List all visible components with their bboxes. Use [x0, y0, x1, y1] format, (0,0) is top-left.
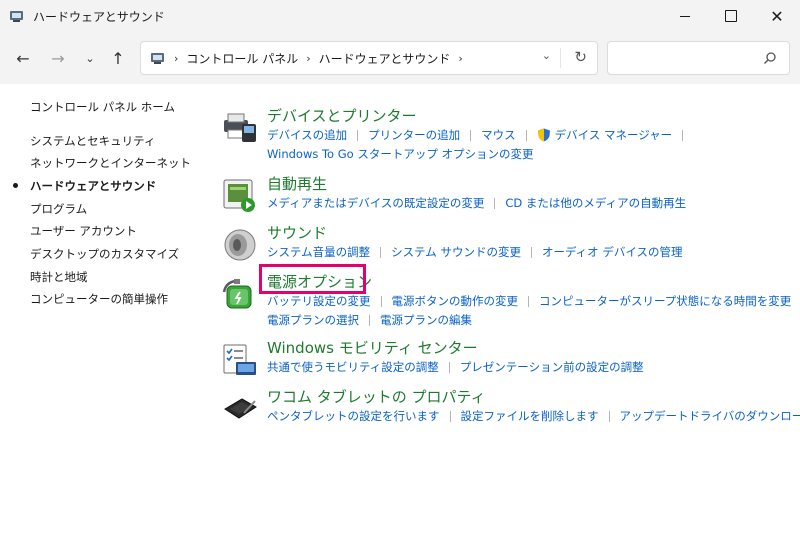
back-button[interactable]: ← [9, 45, 37, 71]
sidebar-item-network-internet[interactable]: ネットワークとインターネット [30, 155, 191, 171]
sidebar-item-clock-region[interactable]: 時計と地域 [30, 269, 88, 285]
sidebar-item-system-security[interactable]: システムとセキュリティ [30, 133, 155, 149]
link-separator [470, 129, 472, 141]
link-row: Windows To Go スタートアップ オプションの変更 [267, 146, 534, 162]
link-separator [380, 246, 382, 258]
sidebar-item-programs[interactable]: プログラム [30, 201, 87, 217]
link-adjust-volume[interactable]: システム音量の調整 [267, 244, 370, 260]
link-row: システム音量の調整 システム サウンドの変更 オーディオ デバイスの管理 [267, 244, 682, 260]
sidebar-item-user-accounts[interactable]: ユーザー アカウント [30, 223, 137, 239]
window-title: ハードウェアとサウンド [33, 9, 165, 24]
tablet-icon[interactable] [222, 391, 258, 427]
link-separator [528, 295, 529, 307]
link-choose-power-plan[interactable]: 電源プランの選択 [267, 312, 359, 328]
autoplay-icon[interactable] [222, 178, 258, 214]
link-separator [380, 295, 382, 307]
link-separator [449, 410, 451, 422]
breadcrumb-hardware-sound[interactable]: ハードウェアとサウンド [319, 50, 451, 67]
chevron-right-icon[interactable]: › [306, 52, 310, 65]
minimize-button[interactable] [662, 0, 708, 32]
category-title-mobility-center[interactable]: Windows モビリティ センター [267, 337, 478, 358]
refresh-button[interactable]: ↻ [574, 48, 587, 66]
link-separator [448, 361, 450, 373]
power-options-icon[interactable] [222, 276, 258, 312]
sidebar-item-desktop-customization[interactable]: デスクトップのカスタマイズ [30, 246, 179, 262]
chevron-right-icon[interactable]: › [458, 52, 462, 65]
title-bar: ハードウェアとサウンド ✕ [0, 0, 800, 32]
category-title-devices-printers[interactable]: デバイスとプリンター [267, 105, 417, 126]
link-separator [682, 129, 684, 141]
current-item-indicator [13, 183, 18, 188]
chevron-right-icon[interactable]: › [174, 52, 178, 65]
close-button[interactable]: ✕ [754, 0, 800, 32]
speaker-icon[interactable] [222, 227, 258, 263]
link-battery-settings[interactable]: バッテリ設定の変更 [267, 293, 371, 309]
link-edit-power-plan[interactable]: 電源プランの編集 [380, 312, 472, 328]
link-cd-autoplay[interactable]: CD または他のメディアの自動再生 [505, 195, 686, 211]
link-separator [357, 129, 359, 141]
link-mouse[interactable]: マウス [481, 127, 516, 143]
link-download-driver[interactable]: アップデートドライバのダウンロード [620, 408, 800, 424]
breadcrumb-control-panel[interactable]: コントロール パネル [186, 50, 298, 67]
category-title-sound[interactable]: サウンド [267, 222, 327, 243]
search-icon[interactable] [763, 51, 777, 65]
window-controls: ✕ [662, 0, 800, 32]
address-divider [560, 48, 561, 68]
link-separator [369, 314, 370, 326]
link-presentation-settings[interactable]: プレゼンテーション前の設定の調整 [460, 359, 644, 375]
link-mobility-settings[interactable]: 共通で使うモビリティ設定の調整 [267, 359, 439, 375]
forward-button[interactable]: → [44, 45, 72, 71]
navigation-bar: ← → ⌄ ↑ › コントロール パネル › ハードウェアとサウンド › ⌄ ↻ [0, 32, 800, 84]
link-separator [530, 246, 532, 258]
maximize-button[interactable] [708, 0, 754, 32]
search-input[interactable] [616, 48, 756, 68]
uac-shield-icon [537, 128, 550, 142]
sidebar-item-hardware-sound[interactable]: ハードウェアとサウンド [30, 178, 156, 194]
up-button[interactable]: ↑ [104, 45, 132, 71]
control-panel-icon [10, 11, 23, 22]
control-panel-icon [151, 53, 164, 64]
mobility-center-icon[interactable] [222, 342, 258, 378]
link-row: 共通で使うモビリティ設定の調整 プレゼンテーション前の設定の調整 [267, 359, 644, 375]
link-delete-settings-file[interactable]: 設定ファイルを削除します [461, 408, 599, 424]
sidebar-item-ease-of-access[interactable]: コンピューターの簡単操作 [30, 291, 168, 307]
sidebar-item-control-panel-home[interactable]: コントロール パネル ホーム [30, 99, 175, 115]
sidebar: コントロール パネル ホーム システムとセキュリティ ネットワークとインターネッ… [0, 84, 210, 554]
link-row: デバイスの追加 プリンターの追加 マウス デバイス マネージャー [267, 127, 693, 143]
link-pen-tablet-settings[interactable]: ペンタブレットの設定を行います [267, 408, 440, 424]
link-sleep-time[interactable]: コンピューターがスリープ状態になる時間を変更 [539, 293, 791, 309]
category-title-autoplay[interactable]: 自動再生 [267, 173, 327, 194]
highlight-box [259, 264, 366, 294]
link-add-device[interactable]: デバイスの追加 [267, 127, 347, 143]
link-row: ペンタブレットの設定を行います 設定ファイルを削除します アップデートドライバの… [267, 408, 800, 424]
recent-locations-button[interactable]: ⌄ [76, 45, 104, 71]
link-add-printer[interactable]: プリンターの追加 [368, 127, 460, 143]
link-separator [608, 410, 610, 422]
link-power-button-action[interactable]: 電源ボタンの動作の変更 [392, 293, 519, 309]
category-title-wacom-tablet[interactable]: ワコム タブレットの プロパティ [267, 386, 486, 407]
link-media-defaults[interactable]: メディアまたはデバイスの既定設定の変更 [267, 195, 484, 211]
link-device-manager[interactable]: デバイス マネージャー [555, 127, 673, 143]
link-windows-to-go[interactable]: Windows To Go スタートアップ オプションの変更 [267, 146, 534, 162]
address-dropdown-button[interactable]: ⌄ [542, 49, 551, 62]
link-row: メディアまたはデバイスの既定設定の変更 CD または他のメディアの自動再生 [267, 195, 686, 211]
link-change-system-sounds[interactable]: システム サウンドの変更 [391, 244, 521, 260]
link-separator [525, 129, 527, 141]
search-box[interactable] [607, 41, 790, 75]
address-bar[interactable]: › コントロール パネル › ハードウェアとサウンド › ⌄ ↻ [140, 41, 598, 75]
link-row: バッテリ設定の変更 電源ボタンの動作の変更 コンピューターがスリープ状態になる時… [267, 293, 800, 309]
link-row: 電源プランの選択 電源プランの編集 [267, 312, 472, 328]
link-separator [494, 197, 496, 209]
printer-icon[interactable] [222, 110, 258, 146]
link-manage-audio-devices[interactable]: オーディオ デバイスの管理 [542, 244, 683, 260]
